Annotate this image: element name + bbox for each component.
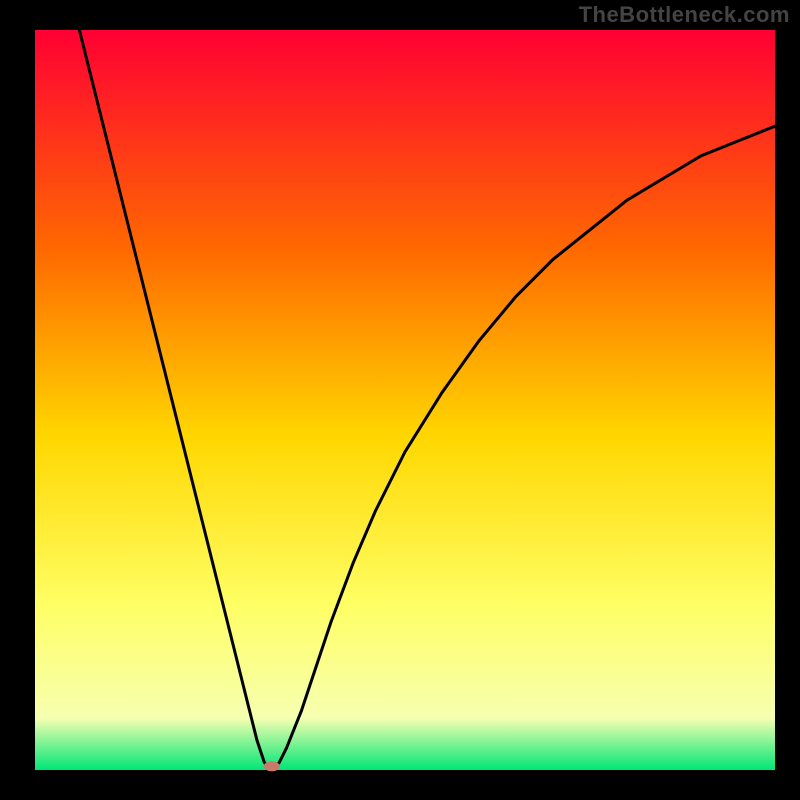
plot-area xyxy=(35,30,775,770)
attribution-text: TheBottleneck.com xyxy=(579,2,790,28)
chart-container: TheBottleneck.com xyxy=(0,0,800,800)
bottleneck-chart xyxy=(0,0,800,800)
min-marker xyxy=(264,761,280,771)
